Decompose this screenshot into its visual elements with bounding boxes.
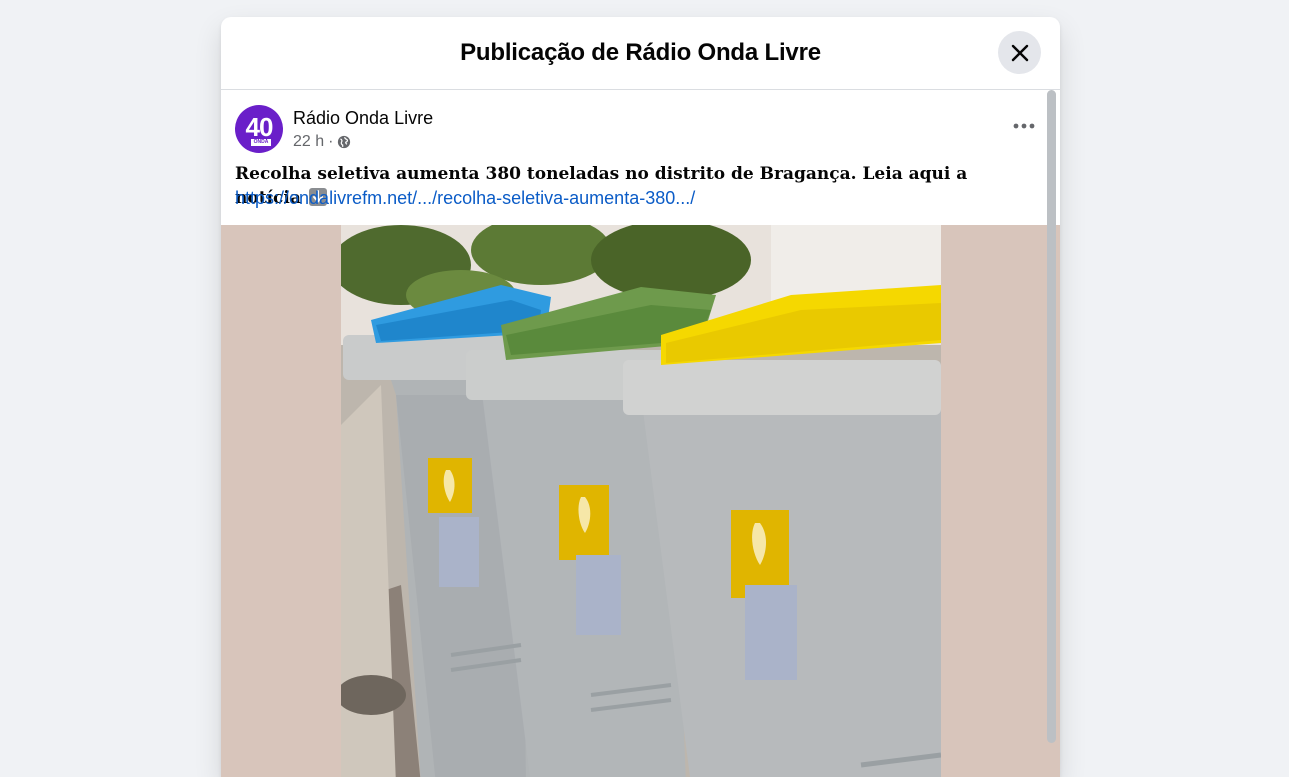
close-icon bbox=[1011, 44, 1028, 61]
post-media[interactable] bbox=[221, 225, 1060, 777]
avatar-badge: ONDA LIVRE bbox=[251, 139, 271, 146]
dialog-header: Publicação de Rádio Onda Livre bbox=[221, 17, 1060, 90]
author-block: Rádio Onda Livre 22 h · bbox=[293, 107, 433, 152]
avatar-number: 40 bbox=[245, 112, 274, 142]
post-meta: 22 h · bbox=[293, 132, 433, 152]
author-name[interactable]: Rádio Onda Livre bbox=[293, 107, 433, 129]
meta-separator: · bbox=[328, 132, 334, 150]
scrollbar-thumb[interactable] bbox=[1047, 90, 1056, 743]
globe-icon[interactable] bbox=[337, 135, 351, 149]
post-header: 40 ONDA LIVRE Rádio Onda Livre 22 h · bbox=[235, 104, 433, 154]
recycling-bins-illustration bbox=[341, 225, 941, 777]
post-timestamp[interactable]: 22 h bbox=[293, 132, 324, 152]
post-link[interactable]: https://ondalivrefm.net/.../recolha-sele… bbox=[235, 186, 695, 210]
more-options-button[interactable] bbox=[1010, 114, 1038, 138]
post-scroll-area[interactable]: 40 ONDA LIVRE Rádio Onda Livre 22 h · bbox=[221, 90, 1060, 777]
post-photo[interactable] bbox=[341, 225, 941, 777]
close-button[interactable] bbox=[998, 31, 1041, 74]
post-dialog: Publicação de Rádio Onda Livre 40 ONDA L… bbox=[221, 17, 1060, 777]
avatar[interactable]: 40 ONDA LIVRE bbox=[235, 105, 283, 153]
scrollbar[interactable] bbox=[1047, 90, 1056, 743]
dialog-title: Publicação de Rádio Onda Livre bbox=[460, 39, 821, 66]
more-horizontal-icon bbox=[1013, 123, 1035, 129]
